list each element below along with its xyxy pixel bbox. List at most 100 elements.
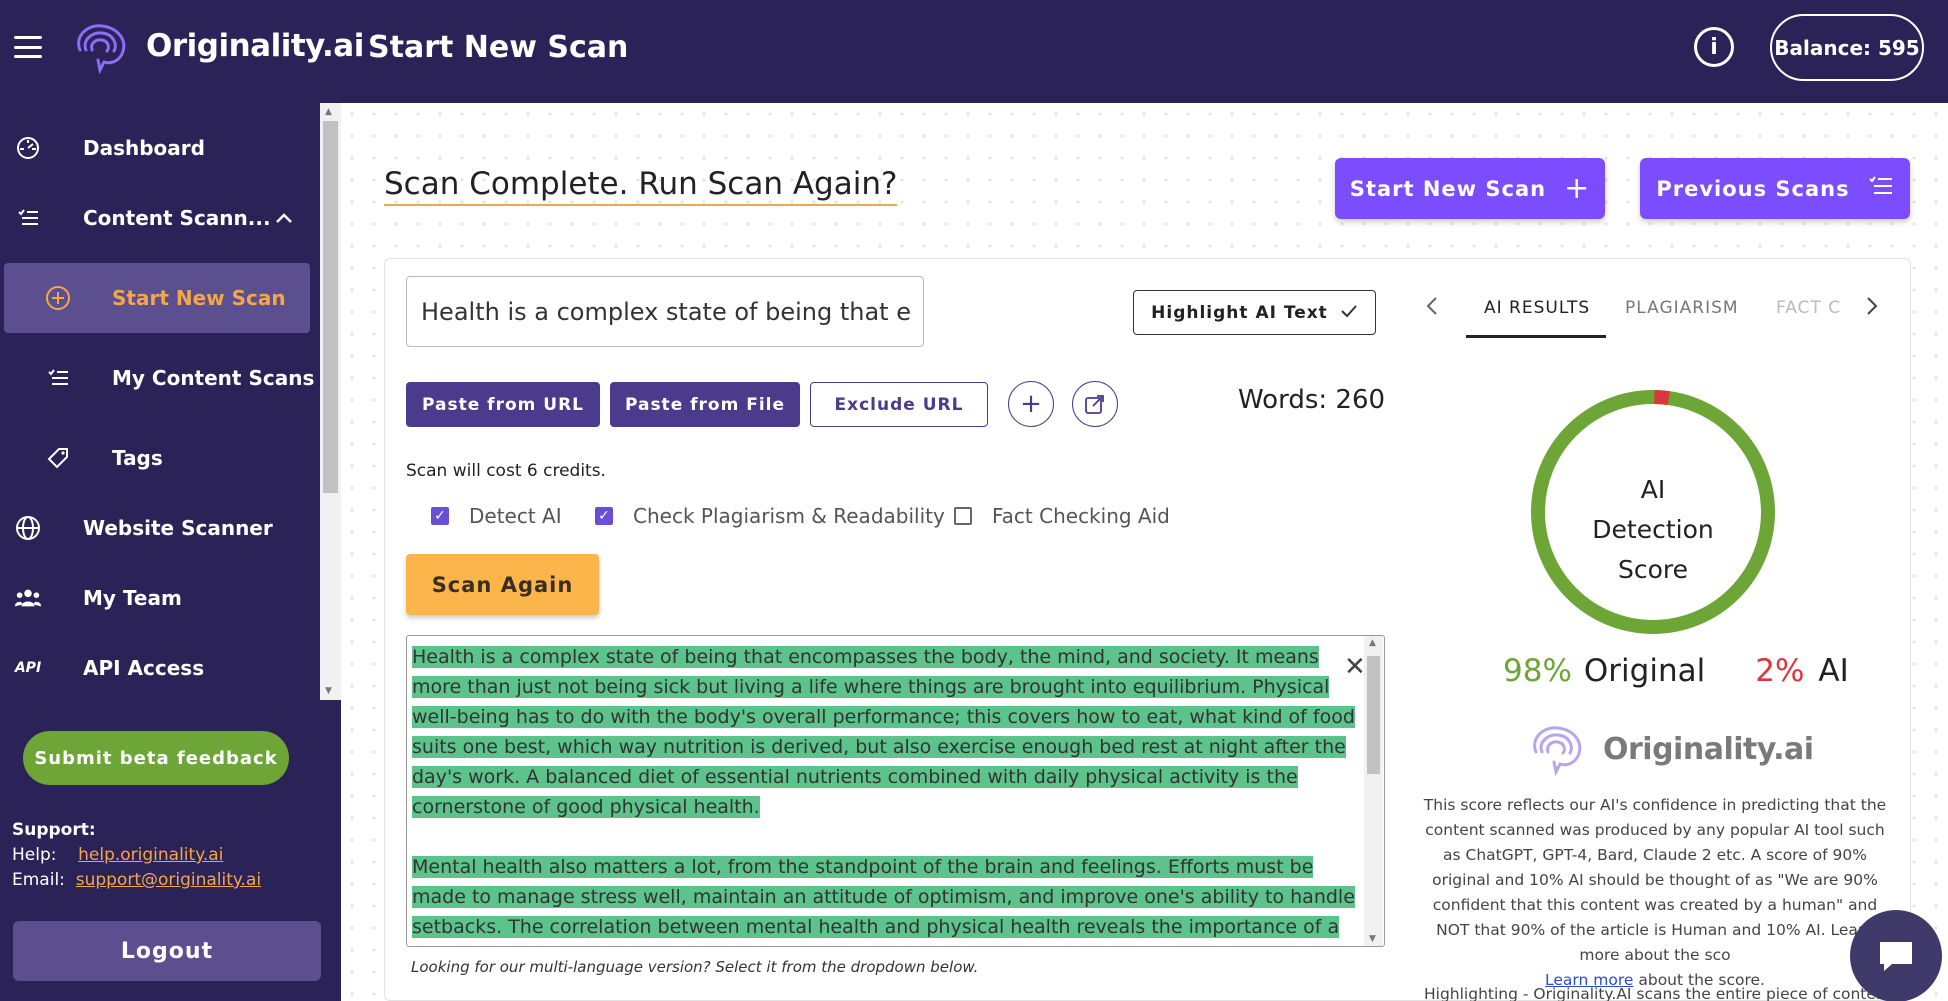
highlight-ai-text-button[interactable]: Highlight AI Text — [1133, 290, 1376, 335]
highlighting-note: Highlighting - Originality.AI scans the … — [1424, 985, 1894, 1001]
tab-ai-results[interactable]: AI RESULTS — [1484, 298, 1590, 318]
chat-icon[interactable] — [1850, 910, 1942, 1001]
add-icon[interactable]: + — [1008, 381, 1054, 427]
previous-scans-button[interactable]: Previous Scans — [1640, 158, 1910, 219]
active-tab-indicator — [1466, 335, 1606, 338]
tab-plagiarism[interactable]: PLAGIARISM — [1625, 298, 1739, 318]
ai-percent: 2% — [1755, 653, 1805, 689]
brand-logo: Originality.ai — [1526, 722, 1814, 778]
sidebar-item-label: Tags — [112, 446, 163, 470]
scan-cost-text: Scan will cost 6 credits. — [406, 461, 606, 481]
sidebar-item-api-access[interactable]: API API Access — [0, 638, 320, 698]
exclude-url-button[interactable]: Exclude URL — [810, 382, 988, 427]
checkbox-checked-icon[interactable]: ✓ — [431, 507, 449, 525]
option-check-plagiarism[interactable]: ✓ Check Plagiarism & Readability — [595, 504, 945, 528]
content-textarea[interactable]: Health is a complex state of being that … — [406, 635, 1385, 947]
paste-from-file-button[interactable]: Paste from File — [610, 382, 800, 427]
list-check-icon — [1868, 175, 1894, 203]
highlighted-paragraph: Health is a complex state of being that … — [412, 646, 1355, 818]
chevron-right-icon[interactable] — [1866, 296, 1878, 322]
submit-beta-feedback-button[interactable]: Submit beta feedback — [23, 731, 289, 785]
help-link[interactable]: help.originality.ai — [78, 845, 223, 865]
option-detect-ai[interactable]: ✓ Detect AI — [431, 504, 562, 528]
scan-status-title: Scan Complete. Run Scan Again? — [384, 166, 898, 206]
highlight-ai-text-label: Highlight AI Text — [1151, 302, 1328, 323]
share-icon[interactable] — [1072, 381, 1118, 427]
brand-name[interactable]: Originality.ai — [146, 28, 364, 64]
menu-icon[interactable] — [14, 36, 42, 58]
help-label: Help: — [12, 845, 57, 865]
original-percent: 98% — [1503, 653, 1572, 689]
dashboard-icon — [14, 134, 42, 162]
brain-logo-icon — [77, 24, 126, 74]
sidebar-item-my-content-scans[interactable]: My Content Scans — [0, 348, 320, 408]
previous-scans-label: Previous Scans — [1656, 176, 1850, 201]
sidebar-item-label: Website Scanner — [83, 516, 273, 540]
plus-icon: + — [1564, 171, 1591, 206]
list-check-icon — [14, 204, 42, 232]
scrollbar-thumb[interactable] — [1367, 656, 1380, 774]
option-label: Detect AI — [469, 504, 562, 528]
scroll-down-icon[interactable]: ▼ — [1369, 934, 1376, 944]
scan-again-button[interactable]: Scan Again — [406, 554, 599, 615]
checkbox-unchecked-icon[interactable] — [954, 507, 972, 525]
email-link[interactable]: support@originality.ai — [76, 870, 261, 890]
tag-icon — [44, 444, 72, 472]
scrollbar-thumb[interactable] — [323, 121, 338, 493]
sidebar-item-tags[interactable]: Tags — [0, 428, 320, 488]
explanation-text: This score reflects our AI's confidence … — [1423, 796, 1887, 964]
word-count: Words: 260 — [1238, 385, 1386, 415]
donut-label: AI Detection Score — [1528, 470, 1778, 590]
brain-logo-icon — [1533, 726, 1582, 776]
page-title: Start New Scan — [368, 30, 629, 65]
sidebar-item-content-scanner[interactable]: Content Scann... — [0, 188, 320, 248]
api-icon: API — [14, 660, 42, 676]
support-info: Support: Help: help.originality.ai Email… — [12, 818, 261, 893]
logout-button[interactable]: Logout — [13, 921, 321, 981]
highlighted-paragraph: Mental health also matters a lot, from t… — [412, 856, 1355, 946]
checkmark-icon — [1340, 303, 1358, 323]
scroll-up-icon[interactable]: ▲ — [1369, 638, 1376, 648]
sidebar-item-label: API Access — [83, 656, 205, 680]
sidebar-item-website-scanner[interactable]: Website Scanner — [0, 498, 320, 558]
globe-icon — [14, 514, 42, 542]
option-label: Check Plagiarism & Readability — [633, 504, 945, 528]
sidebar-item-start-new-scan[interactable]: Start New Scan — [4, 263, 310, 333]
plus-circle-icon — [44, 284, 72, 312]
scan-title-input[interactable]: Health is a complex state of being that … — [406, 276, 924, 347]
option-fact-checking[interactable]: Fact Checking Aid — [954, 504, 1170, 528]
chevron-up-icon[interactable] — [270, 204, 298, 232]
option-label: Fact Checking Aid — [992, 504, 1170, 528]
scroll-up-icon[interactable]: ▲ — [325, 107, 332, 117]
sidebar-item-label: My Content Scans — [112, 366, 315, 390]
score-summary: 98% Original 2% AI — [1503, 653, 1849, 689]
paste-from-url-button[interactable]: Paste from URL — [406, 382, 600, 427]
ai-label: AI — [1818, 653, 1849, 689]
original-label: Original — [1583, 653, 1706, 689]
sidebar-item-my-team[interactable]: My Team — [0, 568, 320, 628]
top-bar: Originality.ai Start New Scan i Balance:… — [0, 0, 1948, 103]
close-icon[interactable]: ✕ — [1344, 652, 1366, 682]
sidebar-item-label: Content Scann... — [83, 206, 271, 230]
start-new-scan-button[interactable]: Start New Scan + — [1335, 158, 1605, 219]
chevron-left-icon[interactable] — [1426, 296, 1438, 322]
users-icon — [14, 584, 42, 612]
content-text: Health is a complex state of being that … — [412, 642, 1357, 946]
info-icon[interactable]: i — [1694, 27, 1734, 67]
balance-badge[interactable]: Balance: 595 — [1770, 14, 1924, 81]
tab-fact-check[interactable]: FACT C — [1776, 298, 1841, 318]
scroll-down-icon[interactable]: ▼ — [325, 686, 332, 696]
textarea-scrollbar[interactable]: ▲ ▼ — [1364, 636, 1383, 946]
support-label: Support: — [12, 820, 96, 840]
donut-label-text: AI Detection Score — [1592, 475, 1714, 584]
start-new-scan-label: Start New Scan — [1349, 176, 1547, 201]
sidebar-scrollbar[interactable]: ▲ ▼ — [320, 103, 341, 700]
email-label: Email: — [12, 870, 65, 890]
list-check-icon — [44, 364, 72, 392]
checkbox-checked-icon[interactable]: ✓ — [595, 507, 613, 525]
sidebar-item-dashboard[interactable]: Dashboard — [0, 118, 320, 178]
sidebar-item-label: Dashboard — [83, 136, 205, 160]
sidebar-item-label: My Team — [83, 586, 182, 610]
score-explanation: This score reflects our AI's confidence … — [1416, 793, 1894, 993]
multi-language-note: Looking for our multi-language version? … — [411, 958, 979, 976]
